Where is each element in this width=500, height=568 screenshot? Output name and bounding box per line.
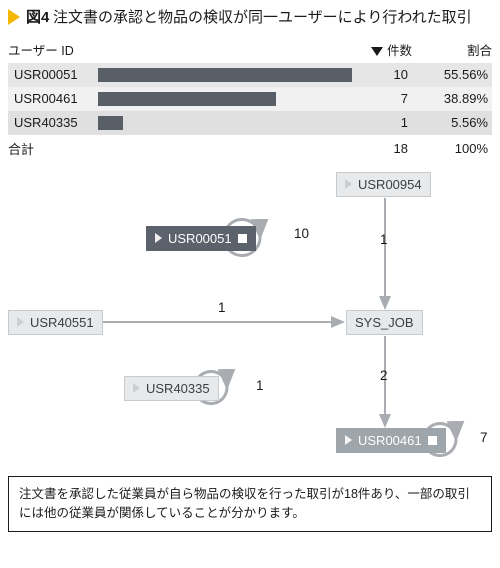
summary-table: ユーザー ID 件数 割合 USR00051 10 55.56% USR0046… xyxy=(8,38,492,158)
table-header: ユーザー ID 件数 割合 xyxy=(8,38,492,63)
cell-ratio: 5.56% xyxy=(412,115,492,130)
play-icon xyxy=(345,179,352,189)
col-ratio[interactable]: 割合 xyxy=(412,40,492,59)
node-usr40551[interactable]: USR40551 xyxy=(8,310,103,335)
edge-label: 2 xyxy=(380,368,388,383)
play-icon xyxy=(155,233,162,243)
col-count[interactable]: 件数 xyxy=(352,40,412,59)
play-icon xyxy=(133,383,140,393)
edge-label: 10 xyxy=(294,226,309,241)
node-label: USR40335 xyxy=(146,381,210,396)
figure-label: 図4 xyxy=(26,9,49,26)
node-usr00051[interactable]: USR00051 xyxy=(146,226,256,251)
figure-footer-caption: 注文書を承認した従業員が自ら物品の検収を行った取引が18件あり、一部の取引には他… xyxy=(8,476,492,533)
cell-count: 1 xyxy=(352,115,412,130)
edge-label: 1 xyxy=(256,378,264,393)
total-ratio: 100% xyxy=(412,141,492,156)
table-row: USR00461 7 38.89% xyxy=(8,87,492,111)
cell-user: USR00461 xyxy=(8,91,98,106)
node-usr00954[interactable]: USR00954 xyxy=(336,172,431,197)
table-row: USR40335 1 5.56% xyxy=(8,111,492,135)
node-label: USR40551 xyxy=(30,315,94,330)
bar xyxy=(98,116,123,130)
cell-count: 7 xyxy=(352,91,412,106)
sort-desc-icon xyxy=(371,47,383,56)
cell-ratio: 38.89% xyxy=(412,91,492,106)
edge-label: 1 xyxy=(218,300,226,315)
node-sysjob[interactable]: SYS_JOB xyxy=(346,310,423,335)
play-icon xyxy=(17,317,24,327)
edge-label: 7 xyxy=(480,430,488,445)
node-label: SYS_JOB xyxy=(355,315,414,330)
node-label: USR00954 xyxy=(358,177,422,192)
stop-icon xyxy=(428,436,437,445)
edge-label: 1 xyxy=(380,232,388,247)
cell-count: 10 xyxy=(352,67,412,82)
figure-caption: 注文書の承認と物品の検収が同一ユーザーにより行われた取引 xyxy=(53,9,472,26)
total-count: 18 xyxy=(352,141,412,156)
flow-diagram: USR00954 USR00051 USR40551 SYS_JOB USR40… xyxy=(8,168,492,468)
total-label: 合計 xyxy=(8,139,98,158)
table-total-row: 合計 18 100% xyxy=(8,135,492,158)
bar xyxy=(98,68,352,82)
figure-title: 図4 注文書の承認と物品の検収が同一ユーザーにより行われた取引 xyxy=(8,6,492,30)
play-icon xyxy=(345,435,352,445)
node-label: USR00461 xyxy=(358,433,422,448)
bar xyxy=(98,92,276,106)
node-label: USR00051 xyxy=(168,231,232,246)
col-user[interactable]: ユーザー ID xyxy=(8,40,98,59)
node-usr00461[interactable]: USR00461 xyxy=(336,428,446,453)
node-usr40335[interactable]: USR40335 xyxy=(124,376,219,401)
cell-ratio: 55.56% xyxy=(412,67,492,82)
cell-user: USR40335 xyxy=(8,115,98,130)
figure-marker-icon xyxy=(8,9,20,25)
cell-user: USR00051 xyxy=(8,67,98,82)
table-row: USR00051 10 55.56% xyxy=(8,63,492,87)
stop-icon xyxy=(238,234,247,243)
